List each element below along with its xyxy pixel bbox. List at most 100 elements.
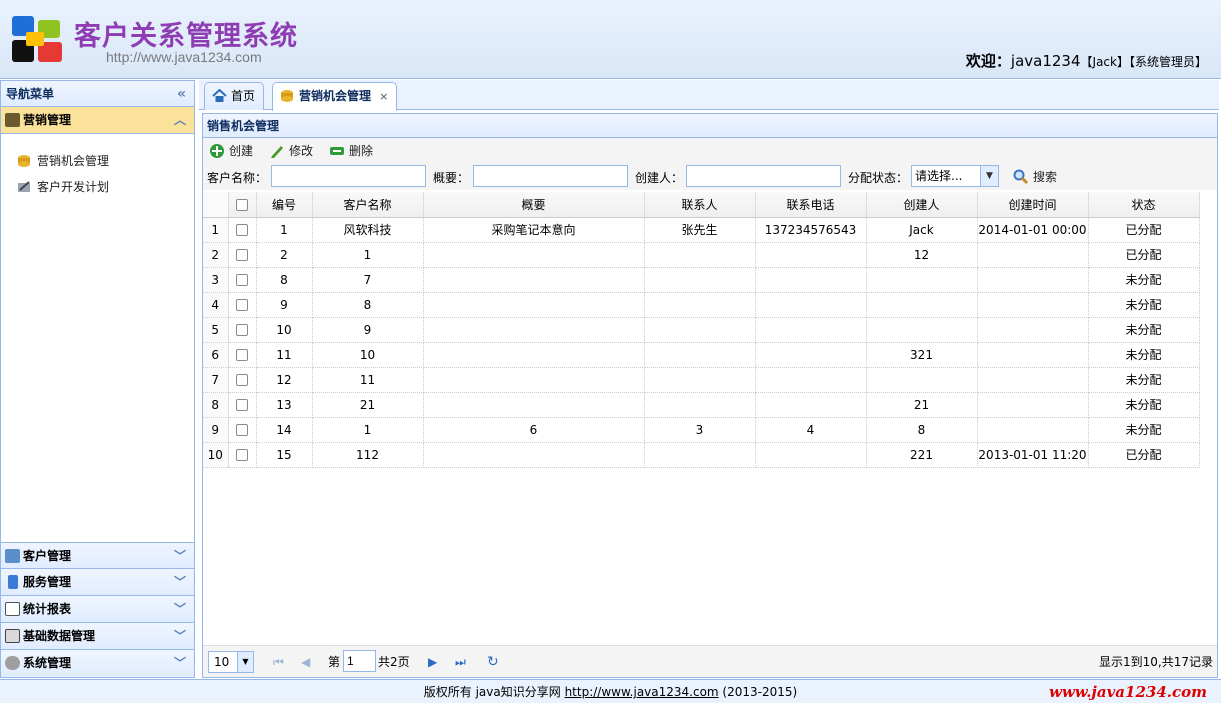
edit-label: 修改 <box>289 144 314 158</box>
row-checkbox[interactable] <box>228 392 257 418</box>
first-page-icon[interactable]: ⏮ <box>273 652 284 672</box>
row-checkbox[interactable] <box>228 292 257 318</box>
chevron-down-icon[interactable]: ﹀ <box>174 569 186 595</box>
column-header-id[interactable]: 编号 <box>256 192 313 218</box>
column-header-customer[interactable]: 客户名称 <box>312 192 424 218</box>
table-row[interactable]: 3 8 7 未分配 <box>203 267 1200 293</box>
nav-header: 导航菜单 « <box>1 81 194 107</box>
table-cell-time <box>977 342 1089 368</box>
table-cell-customer: 风软科技 <box>312 217 424 243</box>
create-button[interactable]: 创建 <box>209 142 253 160</box>
table-cell-status: 未分配 <box>1088 267 1200 293</box>
table-cell-customer: 11 <box>312 367 424 393</box>
last-page-icon[interactable]: ⏭ <box>455 652 466 672</box>
nav-group-marketing[interactable]: 营销管理 ︿ <box>1 107 194 134</box>
row-checkbox[interactable] <box>228 367 257 393</box>
nav-group-label: 服务管理 <box>23 575 72 589</box>
column-header-creator[interactable]: 创建人 <box>866 192 978 218</box>
table-cell-id: 12 <box>256 367 313 393</box>
table-row[interactable]: 4 9 8 未分配 <box>203 292 1200 318</box>
delete-button[interactable]: 删除 <box>329 142 373 160</box>
collapse-left-icon[interactable]: « <box>177 81 186 107</box>
home-icon <box>212 89 227 102</box>
footer-years: (2013-2015) <box>718 685 798 699</box>
page-number-input[interactable] <box>343 650 376 672</box>
column-header-time[interactable]: 创建时间 <box>977 192 1089 218</box>
chevron-down-icon[interactable]: ﹀ <box>174 650 186 676</box>
chevron-up-icon[interactable]: ︿ <box>174 107 186 133</box>
chevron-down-icon[interactable]: ▼ <box>237 652 253 672</box>
nav-group-basedata[interactable]: 基础数据管理 ﹀ <box>1 623 194 650</box>
table-row[interactable]: 2 2 1 12 已分配 <box>203 242 1200 268</box>
table-cell-phone <box>755 367 867 393</box>
table-row[interactable]: 10 15 112 221 2013-01-01 11:20 已分配 <box>203 442 1200 468</box>
table-row[interactable]: 7 12 11 未分配 <box>203 367 1200 393</box>
customer-name-input[interactable] <box>271 165 426 187</box>
pagination-bar: 10 ▼ ⏮ ◀ 第 共2页 ▶ ⏭ ↻ 显示1到10,共17记录 <box>203 645 1217 677</box>
table-cell-creator <box>866 367 978 393</box>
creator-label: 创建人： <box>635 171 684 185</box>
service-icon <box>8 575 18 589</box>
row-checkbox[interactable] <box>228 267 257 293</box>
table-row[interactable]: 1 1 风软科技 采购笔记本意向 张先生 137234576543 Jack 2014-01-… <box>203 217 1200 243</box>
table-cell-contact <box>644 392 756 418</box>
next-page-icon[interactable]: ▶ <box>428 652 437 672</box>
tab-label: 首页 <box>231 89 256 103</box>
customer-icon <box>5 549 20 563</box>
refresh-icon[interactable]: ↻ <box>487 652 499 672</box>
marketing-icon <box>5 113 20 127</box>
chevron-down-icon[interactable]: ▼ <box>980 166 998 186</box>
nav-group-report[interactable]: 统计报表 ﹀ <box>1 596 194 623</box>
column-header-contact[interactable]: 联系人 <box>644 192 756 218</box>
table-cell-contact <box>644 367 756 393</box>
menu-item-label: 客户开发计划 <box>37 180 110 194</box>
table-cell-status: 未分配 <box>1088 417 1200 443</box>
column-header-phone[interactable]: 联系电话 <box>755 192 867 218</box>
table-cell-status: 未分配 <box>1088 317 1200 343</box>
chevron-down-icon[interactable]: ﹀ <box>174 543 186 569</box>
page-size-select[interactable]: 10 ▼ <box>208 651 254 673</box>
nav-group-service[interactable]: 服务管理 ﹀ <box>1 569 194 596</box>
table-row[interactable]: 9 14 1 6 3 4 8 未分配 <box>203 417 1200 443</box>
row-checkbox[interactable] <box>228 417 257 443</box>
coins-icon <box>281 90 293 102</box>
search-button[interactable]: 搜索 <box>1013 168 1057 186</box>
edit-button[interactable]: 修改 <box>269 142 313 160</box>
search-bar: 客户名称： 概要： 创建人： 分配状态： 请选择... ▼ 搜索 <box>203 162 1217 190</box>
chevron-down-icon[interactable]: ﹀ <box>174 623 186 649</box>
status-select[interactable]: 请选择... ▼ <box>911 165 999 187</box>
row-checkbox[interactable] <box>228 342 257 368</box>
menu-item-sale-chance[interactable]: 营销机会管理 <box>1 148 194 174</box>
page-prefix: 第 <box>328 655 341 669</box>
nav-group-label: 统计报表 <box>23 602 72 616</box>
tab-sale-chance[interactable]: 营销机会管理 × <box>272 82 398 111</box>
close-icon[interactable]: × <box>379 90 388 103</box>
tab-home[interactable]: 首页 <box>204 82 265 110</box>
row-checkbox[interactable] <box>228 217 257 243</box>
row-checkbox[interactable] <box>228 242 257 268</box>
footer-link[interactable]: http://www.java1234.com <box>565 685 719 699</box>
table-row[interactable]: 8 13 21 21 未分配 <box>203 392 1200 418</box>
row-checkbox[interactable] <box>228 317 257 343</box>
tab-bar: 首页 营销机会管理 × <box>199 80 1219 111</box>
prev-page-icon[interactable]: ◀ <box>301 652 310 672</box>
table-cell-customer: 21 <box>312 392 424 418</box>
summary-input[interactable] <box>473 165 628 187</box>
creator-input[interactable] <box>686 165 841 187</box>
table-cell-contact <box>644 342 756 368</box>
sale-chance-panel: 销售机会管理 创建 修改 删除 客户名称： 概要： 创建人： 分配状态： 请选择… <box>202 113 1218 678</box>
tab-label: 营销机会管理 <box>299 89 372 103</box>
column-header-summary[interactable]: 概要 <box>423 192 645 218</box>
column-header-status[interactable]: 状态 <box>1088 192 1200 218</box>
nav-group-system[interactable]: 系统管理 ﹀ <box>1 650 194 677</box>
select-all-checkbox[interactable] <box>228 192 257 218</box>
table-cell-phone: 137234576543 <box>755 217 867 243</box>
table-row[interactable]: 5 10 9 未分配 <box>203 317 1200 343</box>
row-checkbox[interactable] <box>228 442 257 468</box>
menu-item-dev-plan[interactable]: 客户开发计划 <box>1 174 194 200</box>
row-number: 3 <box>203 267 229 293</box>
nav-group-customer[interactable]: 客户管理 ﹀ <box>1 542 194 569</box>
chevron-down-icon[interactable]: ﹀ <box>174 596 186 622</box>
table-row[interactable]: 6 11 10 321 未分配 <box>203 342 1200 368</box>
data-table: 编号 客户名称 概要 联系人 联系电话 创建人 创建时间 状态 1 1 风软科技 采购… <box>203 192 1200 468</box>
